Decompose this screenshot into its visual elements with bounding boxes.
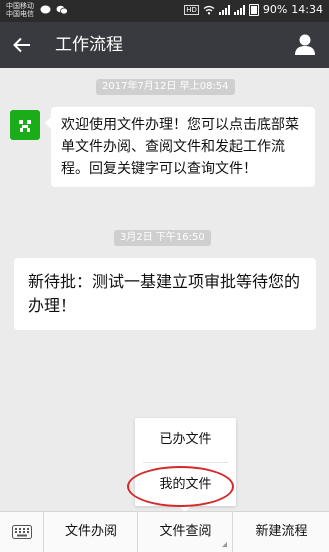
avatar[interactable] — [10, 110, 40, 140]
robot-face-icon — [16, 116, 34, 134]
submenu-indicator-icon — [222, 542, 227, 547]
page-title: 工作流程 — [55, 35, 123, 55]
carrier-names: 中国移动 中国电信 — [6, 2, 34, 18]
carrier-1: 中国移动 — [6, 2, 34, 10]
clock: 14:34 — [291, 3, 323, 16]
notification-icons — [40, 5, 68, 15]
arrow-left-icon — [13, 37, 30, 53]
menu-file-review[interactable]: 文件办阅 — [45, 512, 138, 552]
keyboard-icon — [11, 525, 32, 539]
battery-icon — [248, 3, 259, 16]
chat-bubble-icon — [40, 5, 51, 14]
timestamp: 2017年7月12日 早上08:54 — [96, 79, 235, 95]
message-bubble[interactable]: 欢迎使用文件办理！您可以点击底部菜单文件办阅、查阅文件和发起工作流程。回复关键字… — [45, 107, 315, 187]
back-button[interactable] — [8, 31, 36, 59]
keyboard-button[interactable] — [0, 512, 44, 552]
timestamp: 3月2日 下午16:50 — [114, 230, 211, 246]
signal-icon-2 — [233, 4, 245, 15]
menu-new-workflow[interactable]: 新建流程 — [234, 512, 329, 552]
battery-percent: 90% — [262, 3, 288, 16]
highlight-circle — [127, 466, 234, 507]
hd-badge: HD — [184, 4, 199, 15]
message-bubble[interactable]: 新待批：测试一基建立项审批等待您的办理！ — [14, 258, 316, 330]
signal-icon — [218, 4, 230, 15]
status-right: HD 90% 14:34 — [184, 3, 323, 16]
wifi-icon — [203, 5, 215, 14]
title-bar: 工作流程 — [0, 22, 329, 68]
menu-file-lookup-label: 文件查阅 — [159, 524, 212, 539]
bottom-menu-bar: 文件办阅 文件查阅 新建流程 — [0, 511, 329, 552]
profile-button[interactable] — [291, 31, 319, 59]
popup-item-done-files[interactable]: 已办文件 — [135, 418, 236, 461]
person-icon — [295, 34, 315, 55]
wechat-icon — [56, 5, 68, 15]
status-bar: 中国移动 中国电信 HD 90% 14:34 — [0, 0, 329, 22]
carrier-2: 中国电信 — [6, 10, 34, 18]
menu-file-lookup[interactable]: 文件查阅 — [139, 512, 233, 552]
